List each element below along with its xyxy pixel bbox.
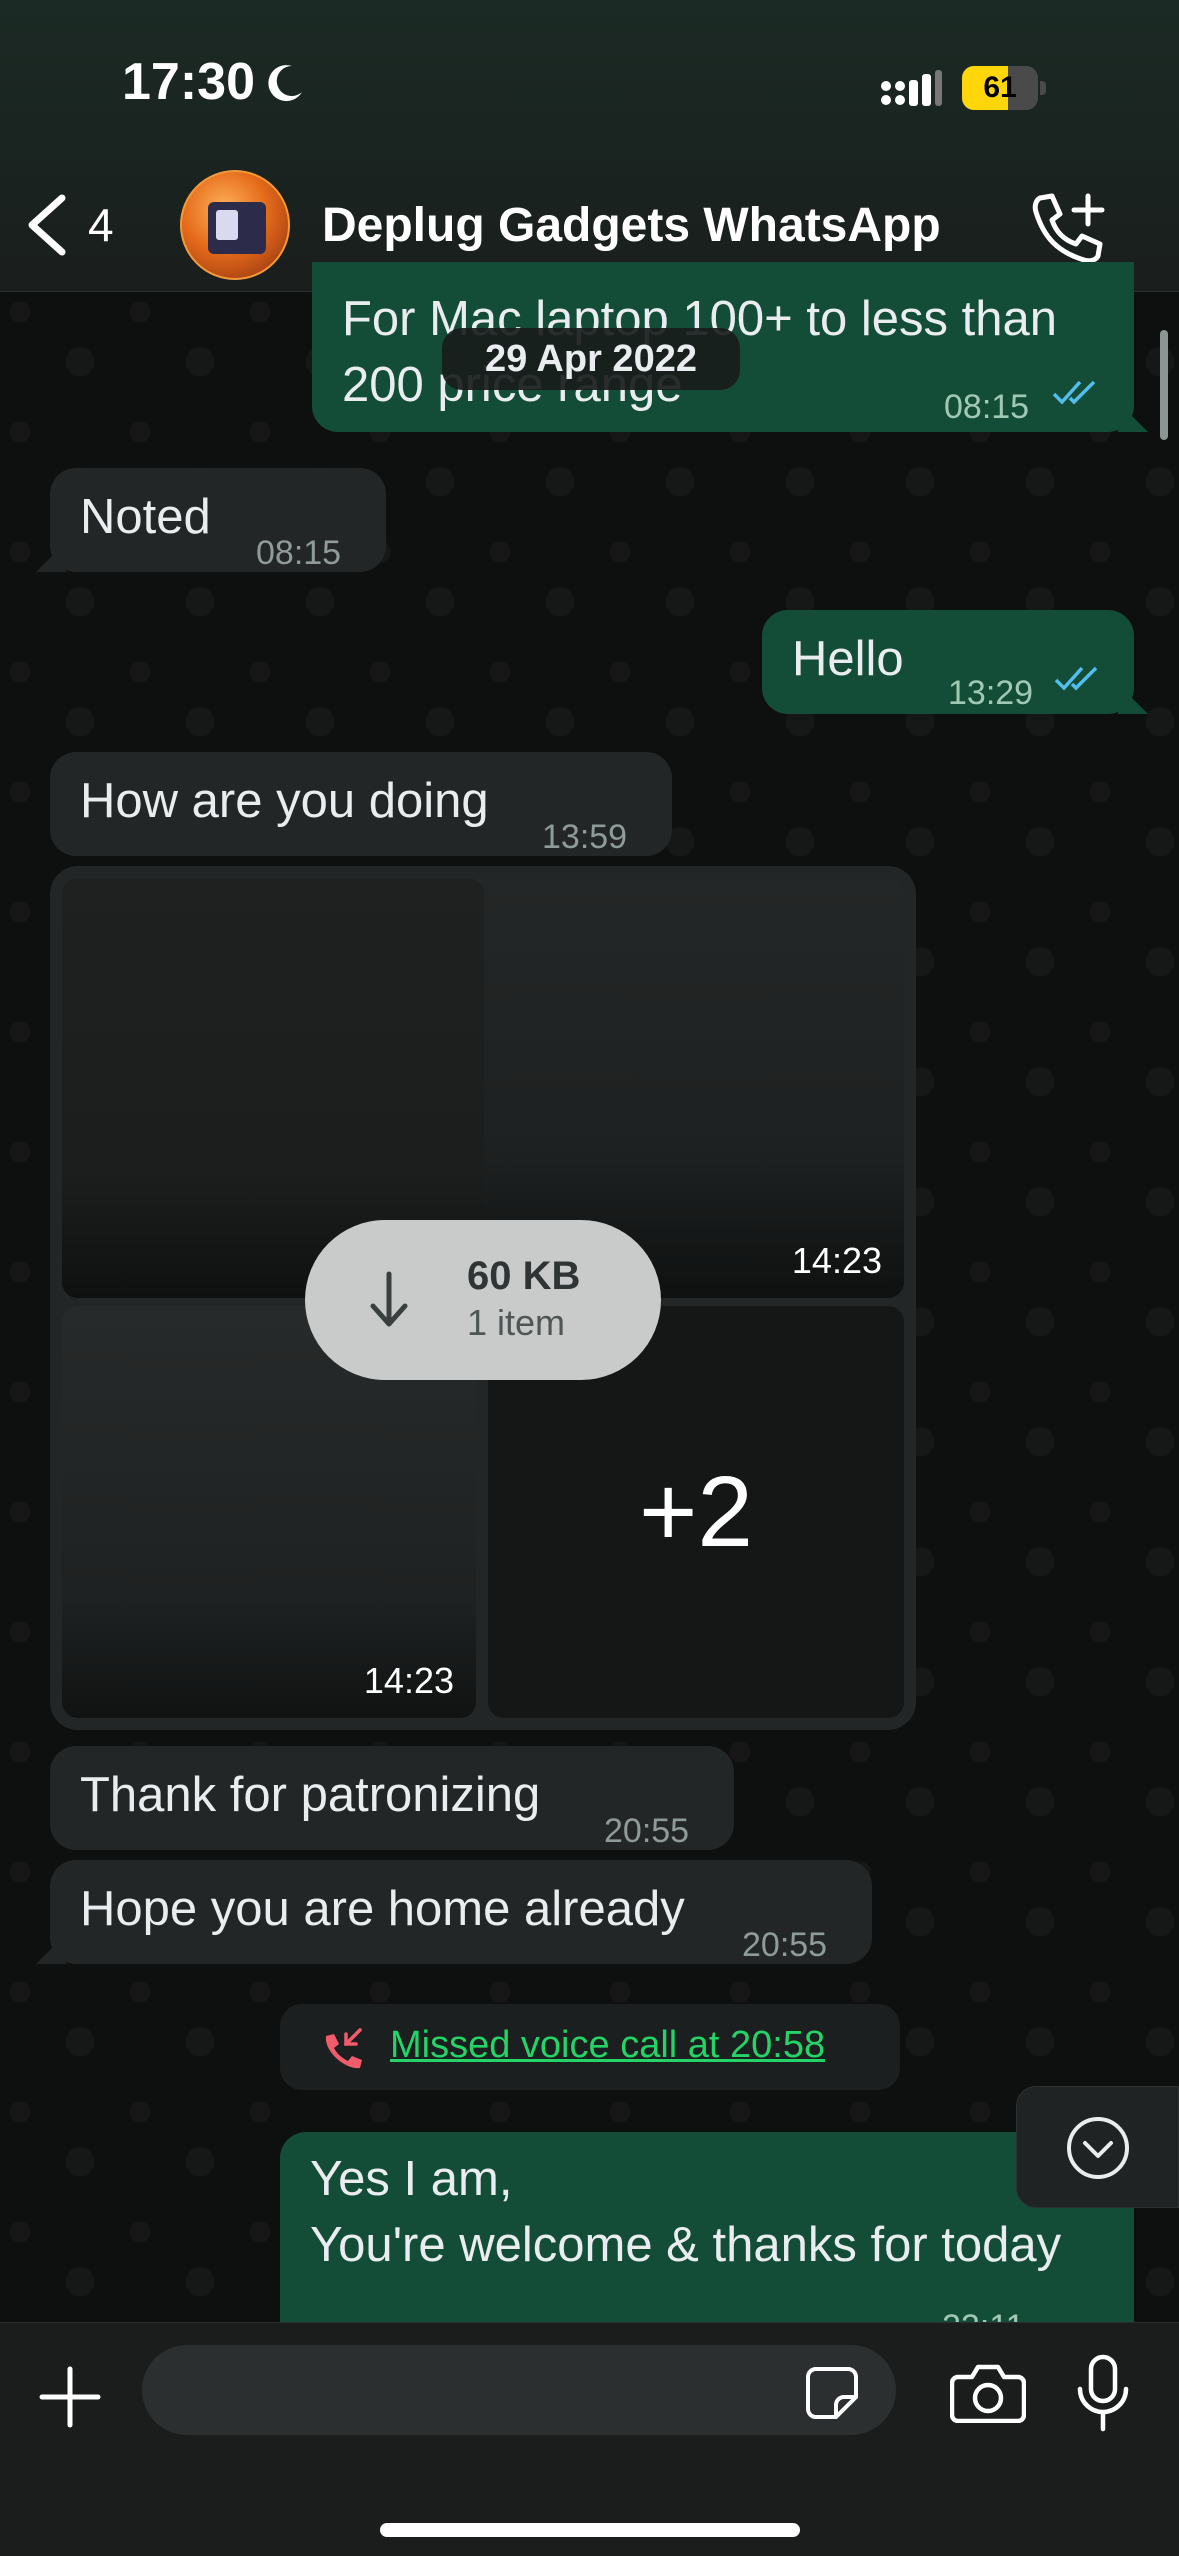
media-time: 14:23 <box>791 1240 882 1281</box>
contact-avatar[interactable] <box>180 170 290 280</box>
message-incoming[interactable]: How are you doing 13:59 <box>50 752 672 856</box>
message-text: You're welcome & thanks for today <box>310 2218 1062 2272</box>
message-incoming[interactable]: Thank for patronizing 20:55 <box>50 1746 734 1850</box>
sticker-icon[interactable] <box>804 2365 860 2421</box>
signal-icon <box>881 70 942 106</box>
unread-count[interactable]: 4 <box>88 198 114 252</box>
message-time: 08:15 <box>256 534 342 572</box>
chat-header: 17:30 61 4 Deplug Gadgets WhatsApp <box>0 0 1179 292</box>
message-time: 13:59 <box>542 818 628 856</box>
battery-level: 61 <box>983 71 1017 104</box>
battery-indicator: 61 <box>962 66 1046 110</box>
scrollbar[interactable] <box>1160 330 1168 440</box>
message-text: Yes I am, <box>310 2152 513 2206</box>
read-ticks-icon <box>1054 666 1098 691</box>
message-text: Hope you are home already <box>80 1882 685 1936</box>
status-time: 17:30 <box>122 53 255 111</box>
download-arrow-icon <box>370 1271 408 1327</box>
message-time: 13:29 <box>948 674 1034 712</box>
message-outgoing[interactable]: Yes I am, You're welcome & thanks for to… <box>280 2132 1134 2346</box>
download-size: 60 KB <box>467 1254 581 1298</box>
chevron-down-icon <box>1067 2117 1129 2179</box>
message-composer <box>0 2322 1179 2556</box>
plus-icon[interactable] <box>38 2365 102 2429</box>
message-incoming[interactable]: Hope you are home already 20:55 <box>36 1860 872 1964</box>
back-chevron-icon[interactable] <box>20 190 80 260</box>
message-time: 08:15 <box>944 388 1030 426</box>
camera-icon[interactable] <box>950 2363 1026 2423</box>
missed-call-text[interactable]: Missed voice call at 20:58 <box>390 2024 825 2067</box>
scroll-to-bottom-button[interactable] <box>1016 2086 1179 2208</box>
moon-icon <box>268 65 302 102</box>
microphone-icon[interactable] <box>1074 2353 1132 2433</box>
missed-call-icon <box>325 2028 362 2069</box>
date-separator: 29 Apr 2022 <box>442 328 740 390</box>
media-time: 14:23 <box>363 1660 454 1701</box>
home-indicator[interactable] <box>380 2523 800 2537</box>
message-time: 20:55 <box>604 1812 690 1850</box>
download-button[interactable]: 60 KB 1 item <box>305 1220 661 1380</box>
message-time: 20:55 <box>742 1926 828 1964</box>
missed-call-notice[interactable]: Missed voice call at 20:58 <box>280 2004 900 2090</box>
contact-name[interactable]: Deplug Gadgets WhatsApp <box>322 198 941 253</box>
message-outgoing[interactable]: Hello 13:29 <box>762 610 1148 714</box>
message-incoming[interactable]: Noted 08:15 <box>36 468 386 572</box>
add-call-icon[interactable] <box>1026 190 1110 266</box>
read-ticks-icon <box>1052 380 1096 405</box>
message-input[interactable] <box>142 2345 896 2435</box>
download-count: 1 item <box>467 1302 566 1343</box>
